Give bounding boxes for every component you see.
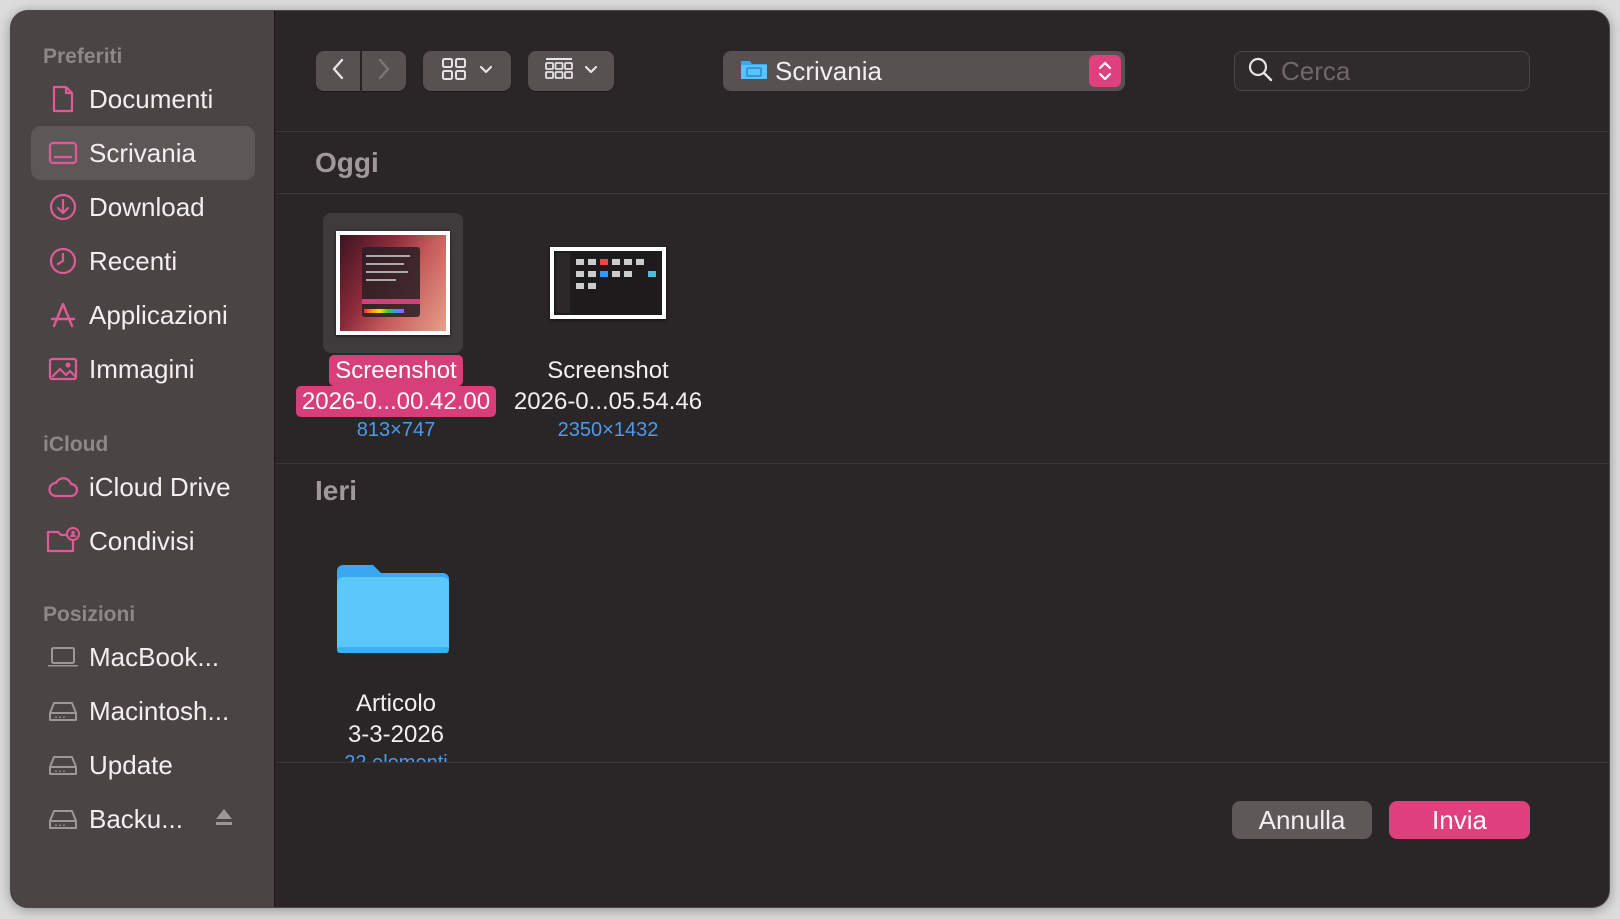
sidebar-item-label: Backu... bbox=[89, 803, 183, 834]
file-name: Screenshot bbox=[329, 355, 463, 386]
divider bbox=[276, 463, 1609, 464]
file-picker-window: Preferiti Documenti Scrivania Download R… bbox=[10, 10, 1610, 908]
sidebar-item-label: Recenti bbox=[89, 245, 178, 276]
group-title-ieri: Ieri bbox=[315, 475, 358, 506]
folder-icon bbox=[739, 57, 769, 86]
clock-icon bbox=[45, 243, 81, 279]
folder-icon bbox=[333, 555, 453, 664]
chevron-left-icon bbox=[331, 58, 345, 85]
sidebar-item-icloud-drive[interactable]: iCloud Drive bbox=[31, 460, 255, 514]
sidebar: Preferiti Documenti Scrivania Download R… bbox=[11, 11, 275, 907]
cloud-icon bbox=[45, 469, 81, 505]
sidebar-item-macbook[interactable]: MacBook... bbox=[31, 630, 255, 684]
file-thumbnail[interactable] bbox=[538, 213, 678, 353]
chevron-right-icon bbox=[377, 58, 391, 85]
search-input[interactable] bbox=[1281, 55, 1511, 87]
navigation-buttons bbox=[316, 51, 406, 91]
eject-icon[interactable] bbox=[213, 806, 235, 833]
sidebar-item-update[interactable]: Update bbox=[31, 738, 255, 792]
sidebar-item-recenti[interactable]: Recenti bbox=[31, 234, 255, 288]
sidebar-item-label: MacBook... bbox=[89, 641, 220, 672]
chevron-down-icon bbox=[584, 62, 598, 80]
icon-grid-icon bbox=[441, 57, 467, 86]
up-down-chevron-icon bbox=[1089, 55, 1121, 87]
file-dimensions: 813×747 bbox=[356, 419, 436, 441]
group-grid-icon bbox=[544, 57, 574, 86]
cancel-button[interactable]: Annulla bbox=[1232, 801, 1372, 839]
folder-name: Articolo bbox=[355, 690, 437, 717]
divider bbox=[276, 193, 1609, 194]
section-title-preferiti: Preferiti bbox=[43, 45, 123, 68]
file-name: 2026-0...05.54.46 bbox=[513, 388, 703, 415]
image-preview bbox=[550, 247, 666, 319]
search-field[interactable] bbox=[1234, 51, 1530, 91]
applications-icon bbox=[45, 297, 81, 333]
ieri-items-clip: Articolo 3-3-2026 22 elementi bbox=[276, 531, 876, 762]
group-title-oggi: Oggi bbox=[315, 147, 379, 178]
section-title-icloud: iCloud bbox=[43, 433, 109, 456]
sidebar-item-backup[interactable]: Backu... bbox=[31, 792, 255, 846]
desktop-icon bbox=[45, 135, 81, 171]
sidebar-item-download[interactable]: Download bbox=[31, 180, 255, 234]
sidebar-item-label: Documenti bbox=[89, 83, 214, 114]
sidebar-item-label: Macintosh... bbox=[89, 695, 230, 726]
folder-item-count: 22 elementi bbox=[286, 750, 506, 762]
forward-button[interactable] bbox=[362, 51, 406, 91]
disk-icon bbox=[45, 693, 81, 729]
file-name: 2026-0...00.42.00 bbox=[295, 386, 497, 417]
shared-folder-icon bbox=[45, 523, 81, 559]
chevron-down-icon bbox=[479, 62, 493, 80]
main-panel: Scrivania Oggi bbox=[276, 11, 1609, 907]
view-mode-button[interactable] bbox=[423, 51, 511, 91]
document-icon bbox=[45, 81, 81, 117]
file-dimensions: 2350×1432 bbox=[557, 419, 659, 441]
send-button[interactable]: Invia bbox=[1389, 801, 1530, 839]
image-preview bbox=[336, 231, 450, 335]
sidebar-item-immagini[interactable]: Immagini bbox=[31, 342, 255, 396]
location-popup[interactable]: Scrivania bbox=[723, 51, 1125, 91]
sidebar-item-macintosh[interactable]: Macintosh... bbox=[31, 684, 255, 738]
file-thumbnail[interactable] bbox=[323, 213, 463, 353]
sidebar-item-label: Download bbox=[89, 191, 205, 222]
sidebar-item-documenti[interactable]: Documenti bbox=[31, 72, 255, 126]
sidebar-item-label: iCloud Drive bbox=[89, 471, 231, 502]
sidebar-item-scrivania[interactable]: Scrivania bbox=[31, 126, 255, 180]
search-icon bbox=[1247, 56, 1273, 87]
sidebar-item-label: Immagini bbox=[89, 353, 195, 384]
sidebar-item-applicazioni[interactable]: Applicazioni bbox=[31, 288, 255, 342]
sidebar-item-label: Condivisi bbox=[89, 525, 195, 556]
section-title-posizioni: Posizioni bbox=[43, 603, 136, 626]
folder-thumbnail[interactable] bbox=[323, 539, 463, 679]
back-button[interactable] bbox=[316, 51, 360, 91]
download-icon bbox=[45, 189, 81, 225]
sidebar-item-label: Applicazioni bbox=[89, 299, 228, 330]
sidebar-item-label: Update bbox=[89, 749, 173, 780]
disk-icon bbox=[45, 747, 81, 783]
location-label: Scrivania bbox=[775, 55, 882, 86]
photo-icon bbox=[45, 351, 81, 387]
divider bbox=[276, 762, 1609, 763]
folder-name: 3-3-2026 bbox=[347, 721, 445, 748]
disk-icon bbox=[45, 801, 81, 837]
file-name: Screenshot bbox=[547, 357, 669, 384]
sidebar-item-condivisi[interactable]: Condivisi bbox=[31, 514, 255, 568]
group-by-button[interactable] bbox=[528, 51, 614, 91]
sidebar-item-label: Scrivania bbox=[89, 137, 196, 168]
laptop-icon bbox=[45, 639, 81, 675]
divider bbox=[276, 131, 1609, 132]
